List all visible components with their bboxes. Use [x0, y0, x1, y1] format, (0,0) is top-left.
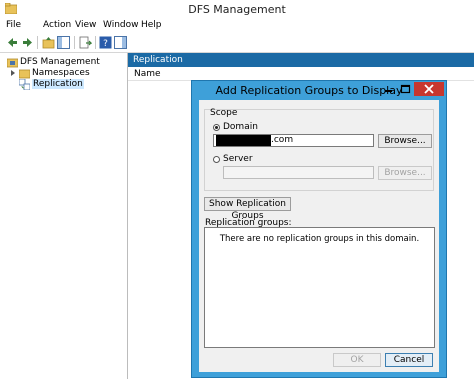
server-radio-label: Server — [223, 154, 253, 164]
menu-bar: File Action View Window Help — [0, 18, 474, 33]
window-title: DFS Management — [188, 3, 286, 16]
close-icon[interactable] — [414, 82, 444, 96]
domain-input[interactable]: .com — [213, 134, 374, 147]
main-title-bar: DFS Management — [0, 0, 474, 18]
toolbar-separator — [37, 36, 38, 49]
column-header-name[interactable]: Name — [128, 67, 474, 81]
expand-chevron-icon[interactable] — [11, 70, 15, 76]
empty-list-message: There are no replication groups in this … — [219, 234, 420, 244]
pane-header-title: Replication — [133, 55, 183, 65]
maximize-icon[interactable] — [397, 82, 414, 96]
toolbar-separator — [74, 36, 75, 49]
console-tree: DFS Management Namespaces Replication — [0, 53, 128, 379]
replication-groups-list[interactable]: There are no replication groups in this … — [204, 227, 435, 348]
dialog-body: Scope Domain .com Browse... Server Brows… — [199, 100, 439, 372]
add-replication-groups-dialog: Add Replication Groups to Display Scope … — [191, 80, 447, 378]
cancel-button[interactable]: Cancel — [385, 353, 433, 367]
server-radio[interactable] — [213, 156, 220, 163]
menu-view[interactable]: View — [75, 20, 96, 30]
menu-file[interactable]: File — [6, 20, 21, 30]
minimize-icon[interactable] — [380, 82, 397, 96]
help-icon[interactable]: ? — [99, 36, 112, 49]
domain-radio[interactable] — [213, 124, 220, 131]
toolbar-separator — [95, 36, 96, 49]
server-input[interactable] — [223, 166, 374, 179]
show-replication-groups-button[interactable]: Show Replication Groups — [204, 197, 291, 221]
up-folder-icon[interactable] — [42, 36, 55, 49]
back-arrow-icon[interactable] — [6, 36, 19, 49]
menu-action[interactable]: Action — [43, 20, 71, 30]
ok-button[interactable]: OK — [333, 353, 381, 367]
scope-label: Scope — [210, 108, 238, 118]
redacted-domain-block — [216, 135, 271, 146]
domain-input-value: .com — [271, 135, 294, 145]
domain-radio-label: Domain — [223, 122, 258, 132]
namespaces-icon — [19, 69, 30, 79]
svg-text:?: ? — [103, 39, 108, 49]
server-browse-button[interactable]: Browse... — [378, 166, 432, 180]
tree-item-label: DFS Management — [20, 57, 100, 67]
show-hide-tree-icon[interactable] — [57, 36, 70, 49]
tree-item-label: Namespaces — [32, 68, 90, 78]
tree-item-label: Replication — [32, 79, 84, 89]
pane-header: Replication — [128, 53, 474, 67]
column-header-label: Name — [134, 69, 161, 79]
forward-arrow-icon[interactable] — [21, 36, 34, 49]
toolbar: ? — [0, 33, 474, 53]
domain-browse-button[interactable]: Browse... — [378, 134, 432, 148]
replication-icon — [19, 79, 30, 90]
dfs-management-icon — [7, 58, 18, 68]
menu-help[interactable]: Help — [141, 20, 162, 30]
show-action-pane-icon[interactable] — [114, 36, 127, 49]
menu-window[interactable]: Window — [103, 20, 139, 30]
export-list-icon[interactable] — [79, 36, 92, 49]
